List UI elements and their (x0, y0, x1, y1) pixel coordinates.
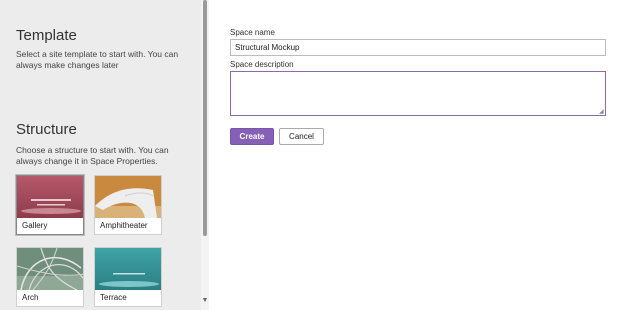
scrollbar-thumb[interactable] (203, 0, 207, 236)
terrace-thumbnail (95, 248, 161, 290)
create-button[interactable]: Create (230, 128, 274, 145)
arch-label: Arch (22, 293, 39, 302)
resize-grip-icon[interactable]: ◢ (599, 109, 605, 115)
left-panel: Template Select a site template to start… (0, 0, 201, 310)
structure-tile-gallery[interactable]: Gallery (16, 175, 84, 235)
arch-thumbnail (17, 248, 83, 290)
template-heading: Template (16, 27, 77, 44)
amphitheater-thumbnail (95, 176, 161, 218)
gallery-thumbnail (17, 176, 83, 218)
structure-tile-amphitheater[interactable]: Amphitheater (94, 175, 162, 235)
space-description-label: Space description (230, 60, 294, 69)
gallery-label: Gallery (22, 221, 48, 230)
template-description: Select a site template to start with. Yo… (16, 49, 179, 70)
structure-description: Choose a structure to start with. You ca… (16, 145, 169, 166)
space-description-input[interactable] (230, 71, 606, 116)
space-name-input[interactable] (230, 39, 606, 56)
structure-tile-arch[interactable]: Arch (16, 247, 84, 307)
cancel-button[interactable]: Cancel (279, 128, 324, 145)
amphitheater-label: Amphitheater (100, 221, 148, 230)
structure-heading: Structure (16, 121, 77, 138)
sidebar-scrollbar[interactable]: ▼ (201, 0, 209, 310)
terrace-label: Terrace (100, 293, 127, 302)
space-name-label: Space name (230, 28, 275, 37)
scroll-down-arrow-icon[interactable]: ▼ (201, 296, 209, 306)
structure-tile-terrace[interactable]: Terrace (94, 247, 162, 307)
